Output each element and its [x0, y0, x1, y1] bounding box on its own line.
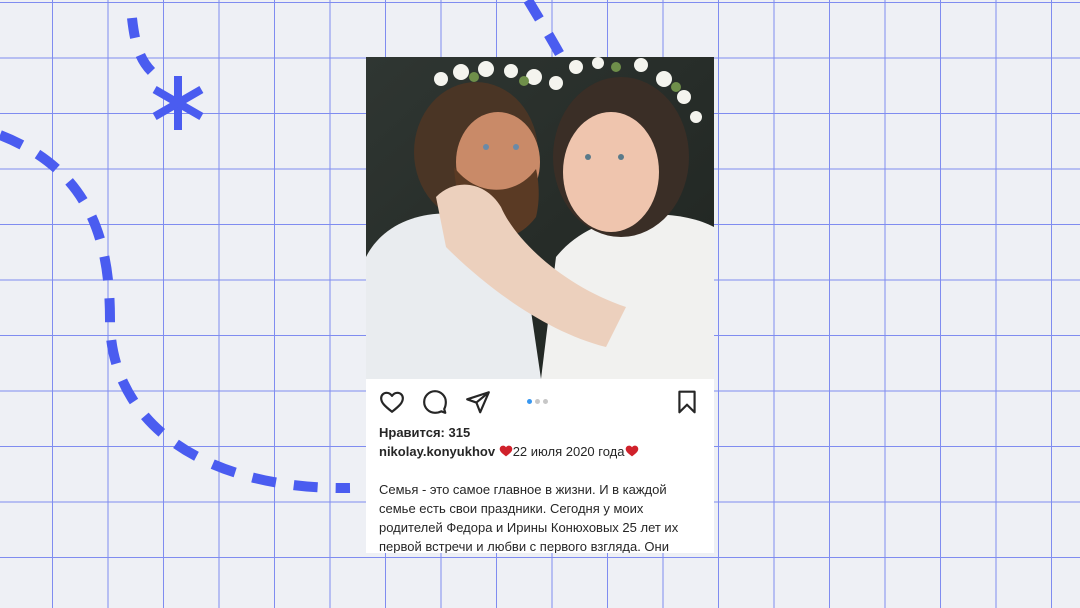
dashed-arc-top-right [523, 0, 567, 61]
post-photo[interactable] [366, 57, 714, 379]
carousel-indicator [527, 399, 548, 405]
carousel-dot [543, 399, 548, 404]
man-eye-right [513, 144, 519, 150]
woman-face [563, 112, 659, 232]
caption-line: первой встречи и любви с первого взгляда… [379, 539, 669, 553]
dashed-arc-left [0, 130, 351, 494]
woman-eye-right [618, 154, 624, 160]
red-heart-emoji-icon [625, 445, 638, 457]
carousel-dot [535, 399, 540, 404]
caption-text: Семья - это самое главное в жизни. И в к… [379, 480, 703, 553]
heart-outline-icon[interactable] [379, 389, 405, 415]
comment-bubble-icon[interactable] [422, 389, 448, 415]
caption-line: родителей Федора и Ирины Конюховых 25 ле… [379, 520, 679, 535]
caption-header: nikolay.konyukhov 22 июля 2020 года [379, 444, 639, 459]
bookmark-icon[interactable] [674, 389, 700, 415]
man-eye-left [483, 144, 489, 150]
post-photo-illustration [366, 57, 714, 379]
asterisk-icon [152, 76, 204, 130]
paper-plane-icon[interactable] [465, 389, 491, 415]
dashed-arc-top [127, 17, 156, 76]
caption-line: семье есть свои праздники. Сегодня у мои… [379, 501, 644, 516]
likes-count[interactable]: Нравится: 315 [379, 425, 470, 440]
caption-line: Семья - это самое главное в жизни. И в к… [379, 482, 667, 497]
post-actions-bar [366, 379, 714, 425]
woman-eye-left [585, 154, 591, 160]
carousel-dot-active [527, 399, 532, 404]
instagram-post-card: Нравится: 315 nikolay.konyukhov 22 июля … [366, 57, 714, 553]
username-link[interactable]: nikolay.konyukhov [379, 444, 495, 459]
caption-date: 22 июля 2020 года [512, 444, 625, 459]
red-heart-emoji-icon [499, 445, 512, 457]
